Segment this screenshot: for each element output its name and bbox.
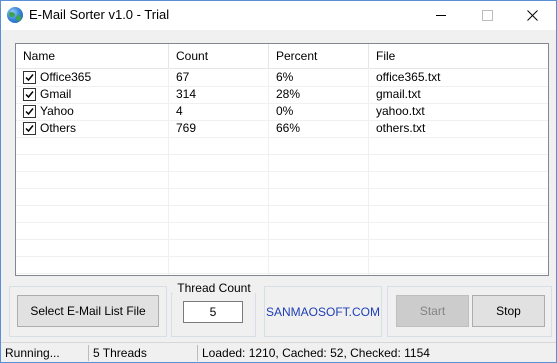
- row-name: Gmail: [40, 87, 72, 101]
- empty-row: [16, 188, 548, 206]
- status-stats: Loaded: 1210, Cached: 52, Checked: 1154: [202, 346, 430, 360]
- results-list[interactable]: Name Count Percent File Office365 67 6% off…: [15, 43, 549, 276]
- list-row[interactable]: Yahoo 4 0% yahoo.txt: [16, 103, 548, 121]
- row-file: office365.txt: [376, 70, 441, 84]
- select-email-list-button[interactable]: Select E-Mail List File: [17, 295, 159, 327]
- column-header-percent[interactable]: Percent: [269, 44, 369, 68]
- thread-count-label: Thread Count: [173, 281, 255, 295]
- list-header: Name Count Percent File: [16, 44, 548, 69]
- status-separator: [88, 345, 89, 361]
- row-file: others.txt: [376, 121, 426, 135]
- row-percent: 66%: [276, 121, 301, 135]
- stop-button[interactable]: Stop: [472, 295, 545, 327]
- list-row[interactable]: Gmail 314 28% gmail.txt: [16, 86, 548, 104]
- row-file: yahoo.txt: [376, 104, 425, 118]
- status-threads: 5 Threads: [93, 346, 147, 360]
- column-header-count[interactable]: Count: [169, 44, 269, 68]
- start-button[interactable]: Start: [396, 295, 469, 327]
- window-title: E-Mail Sorter v1.0 - Trial: [29, 7, 170, 22]
- maximize-button[interactable]: [464, 1, 510, 30]
- column-header-name[interactable]: Name: [16, 44, 169, 68]
- list-row[interactable]: Others 769 66% others.txt: [16, 120, 548, 138]
- row-name: Office365: [40, 70, 92, 84]
- checkmark-icon: [25, 74, 34, 82]
- globe-icon: [7, 7, 23, 23]
- row-checkbox[interactable]: [23, 105, 36, 118]
- row-file: gmail.txt: [376, 87, 421, 101]
- empty-row: [16, 171, 548, 189]
- checkmark-icon: [25, 91, 34, 99]
- row-count: 769: [176, 121, 197, 135]
- status-separator: [197, 345, 198, 361]
- app-window: E-Mail Sorter v1.0 - Trial Name Count Pe…: [0, 0, 557, 363]
- row-percent: 0%: [276, 104, 294, 118]
- row-percent: 28%: [276, 87, 301, 101]
- close-icon: [527, 10, 538, 21]
- title-bar: E-Mail Sorter v1.0 - Trial: [1, 1, 556, 30]
- column-header-file[interactable]: File: [369, 44, 548, 68]
- thread-count-input[interactable]: 5: [183, 301, 243, 323]
- empty-row: [16, 137, 548, 155]
- row-checkbox[interactable]: [23, 71, 36, 84]
- status-state: Running...: [5, 346, 60, 360]
- close-button[interactable]: [510, 1, 556, 30]
- row-count: 314: [176, 87, 197, 101]
- list-row[interactable]: Office365 67 6% office365.txt: [16, 69, 548, 87]
- empty-row: [16, 256, 548, 274]
- row-percent: 6%: [276, 70, 294, 84]
- row-name: Others: [40, 121, 77, 135]
- empty-row: [16, 222, 548, 240]
- row-name: Yahoo: [40, 104, 74, 118]
- website-link[interactable]: SANMAOSOFT.COM: [264, 305, 382, 319]
- minimize-button[interactable]: [418, 1, 464, 30]
- status-bar: Running... 5 Threads Loaded: 1210, Cache…: [1, 342, 556, 362]
- empty-row: [16, 154, 548, 172]
- checkmark-icon: [25, 125, 34, 133]
- row-count: 67: [176, 70, 190, 84]
- empty-row: [16, 205, 548, 223]
- empty-row: [16, 239, 548, 257]
- row-count: 4: [176, 104, 183, 118]
- row-checkbox[interactable]: [23, 88, 36, 101]
- row-checkbox[interactable]: [23, 122, 36, 135]
- checkmark-icon: [25, 108, 34, 116]
